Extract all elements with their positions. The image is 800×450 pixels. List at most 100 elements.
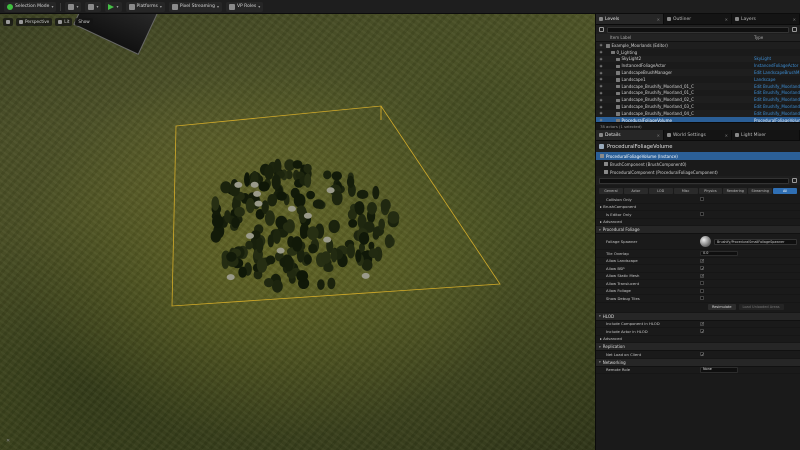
category-tab-physics[interactable]: Physics xyxy=(698,188,723,194)
tab-world-settings[interactable]: World Settings ✕ xyxy=(664,130,732,140)
mode-button[interactable]: ▾ xyxy=(65,1,82,12)
outliner-row[interactable]: ◉ Landscape_Brushify_Moorland_01_C Edit Br… xyxy=(596,90,800,97)
foliage-spawner-combo[interactable]: Brushify/ProceduralSmallFoliageSpawner xyxy=(714,238,797,245)
property-row: Collision Only xyxy=(596,196,800,204)
visibility-eye-icon[interactable]: ◉ xyxy=(596,50,606,54)
vp-roles-button[interactable]: VP Roles ▾ xyxy=(225,1,264,12)
property-checkbox[interactable] xyxy=(700,197,704,202)
tree-canopy xyxy=(348,219,358,228)
outliner-row[interactable]: ◉ Example_Moorlands (Editor) xyxy=(596,42,800,49)
property-value xyxy=(700,212,800,217)
visibility-eye-icon[interactable]: ◉ xyxy=(596,84,606,88)
visibility-eye-icon[interactable]: ◉ xyxy=(596,111,606,115)
replication-section[interactable]: ▾ Replication xyxy=(596,343,800,351)
lit-button[interactable]: Lit xyxy=(55,17,73,26)
component-tree: ProceduralFoliageVolume (Instance) BrushC… xyxy=(596,152,800,176)
component-row[interactable]: ProceduralComponent (ProceduralFoliageCo… xyxy=(596,168,800,176)
tab-layers[interactable]: Layers ✕ xyxy=(732,14,800,24)
property-checkbox[interactable] xyxy=(700,212,704,217)
build-button[interactable]: ▾ xyxy=(85,1,102,12)
property-checkbox[interactable] xyxy=(700,273,704,278)
visibility-eye-icon[interactable]: ◉ xyxy=(596,64,606,68)
viewport-menu-button[interactable] xyxy=(3,17,13,26)
tab-light-mixer[interactable]: Light Mixer xyxy=(732,130,800,140)
level-viewport[interactable]: Perspective Lit Show ✕ xyxy=(0,14,595,450)
category-tab-general[interactable]: General xyxy=(599,188,623,194)
outliner-row[interactable]: ◉ Landscape_Brushify_Moorland_04_C Edit Br… xyxy=(596,109,800,117)
platforms-button[interactable]: Platforms ▾ xyxy=(125,1,165,12)
outliner-row[interactable]: ◉ 0_Lighting xyxy=(596,49,800,56)
levels-icon xyxy=(599,17,603,21)
tree-canopy xyxy=(331,171,342,181)
outliner-row[interactable]: ◉ Landscape1 Landscape xyxy=(596,76,800,83)
net-load-on-client-checkbox[interactable] xyxy=(700,352,704,357)
tree-canopy xyxy=(238,266,247,278)
collapsed-section-row[interactable]: ▸ BrushComponent xyxy=(596,204,800,211)
filter-icon[interactable] xyxy=(599,27,604,32)
tile-overlap-input[interactable]: 0.0 xyxy=(700,250,738,256)
property-checkbox[interactable] xyxy=(700,281,704,286)
settings-icon[interactable] xyxy=(792,27,797,32)
outliner-row[interactable]: ◉ ProceduralFoliageVolume ProceduralFoliag… xyxy=(596,116,800,122)
property-checkbox[interactable] xyxy=(700,321,704,326)
close-icon[interactable]: ✕ xyxy=(657,133,660,138)
outliner-row[interactable]: ◉ Landscape_Brushify_Moorland_02_C Edit Br… xyxy=(596,96,800,104)
tab-details[interactable]: Details ✕ xyxy=(596,130,664,140)
networking-section[interactable]: ▾ Networking xyxy=(596,358,800,367)
outliner-row[interactable]: ◉ Landscape_Brushify_Moorland_03_C Edit Br… xyxy=(596,103,800,110)
visibility-eye-icon[interactable]: ◉ xyxy=(596,98,606,102)
tab-levels[interactable]: Levels ✕ xyxy=(596,14,664,24)
category-tab-actor[interactable]: Actor xyxy=(623,188,648,194)
close-icon[interactable]: ✕ xyxy=(793,17,796,22)
visibility-eye-icon[interactable]: ◉ xyxy=(596,118,606,122)
close-icon[interactable]: ✕ xyxy=(725,17,728,22)
property-checkbox[interactable] xyxy=(700,329,704,334)
hlod-section[interactable]: ▾ HLOD xyxy=(596,312,800,321)
settings-icon[interactable] xyxy=(792,178,797,183)
visibility-eye-icon[interactable]: ◉ xyxy=(596,71,606,75)
play-button[interactable]: ▾ xyxy=(105,1,122,12)
item-label-column[interactable]: Item Label xyxy=(610,35,754,40)
property-checkbox[interactable] xyxy=(700,266,704,271)
visibility-eye-icon[interactable]: ◉ xyxy=(596,105,606,109)
outliner-row[interactable]: ◉ Landscape_Brushify_Moorland_01_C Edit Br… xyxy=(596,82,800,90)
visibility-eye-icon[interactable]: ◉ xyxy=(596,43,606,47)
visibility-eye-icon[interactable]: ◉ xyxy=(596,91,606,95)
outliner-row[interactable]: ◉ InstancedFoliageActor InstancedFoliageAc… xyxy=(596,62,800,69)
property-checkbox[interactable] xyxy=(700,296,704,301)
category-tab-all[interactable]: All xyxy=(773,188,797,194)
category-tab-lod[interactable]: LOD xyxy=(648,188,673,194)
rock xyxy=(246,232,254,239)
pixel-streaming-button[interactable]: Pixel Streaming ▾ xyxy=(168,1,222,12)
collapsed-section-row[interactable]: ▸ Advanced xyxy=(596,219,800,226)
outliner-row[interactable]: ◉ SkyLight2 SkyLight xyxy=(596,55,800,63)
visibility-eye-icon[interactable]: ◉ xyxy=(596,57,606,61)
tree-canopy xyxy=(304,173,312,188)
outliner-row[interactable]: ◉ LandscapeBrushManager Edit LandscapeBrus… xyxy=(596,69,800,76)
type-column[interactable]: Type xyxy=(754,35,800,40)
category-tab-misc[interactable]: Misc xyxy=(673,188,698,194)
close-icon[interactable]: ✕ xyxy=(657,17,660,22)
property-checkbox[interactable] xyxy=(700,258,704,263)
procedural-foliage-section[interactable]: ▾ Procedural Foliage xyxy=(596,226,800,234)
component-row[interactable]: ProceduralFoliageVolume (Instance) xyxy=(596,152,800,160)
rock xyxy=(276,247,285,254)
advanced-row[interactable]: ▸ Advanced xyxy=(596,336,800,343)
details-search-input[interactable] xyxy=(599,177,789,184)
component-row[interactable]: BrushComponent (BrushComponent0) xyxy=(596,160,800,168)
property-checkbox[interactable] xyxy=(700,288,704,293)
visibility-eye-icon[interactable]: ◉ xyxy=(596,77,606,81)
resimulate-button[interactable]: Resimulate xyxy=(708,304,736,310)
tab-outliner[interactable]: Outliner ✕ xyxy=(664,14,732,24)
asset-thumbnail[interactable] xyxy=(700,236,711,247)
remote-role-select[interactable]: None xyxy=(700,367,738,373)
category-tab-rendering[interactable]: Rendering xyxy=(723,188,748,194)
outliner-search-input[interactable] xyxy=(607,26,789,33)
show-button[interactable]: Show xyxy=(75,17,93,26)
category-tab-streaming[interactable]: Streaming xyxy=(748,188,773,194)
selection-mode-button[interactable]: Selection Mode ▾ xyxy=(4,1,57,12)
load-unloaded-areas-button[interactable]: Load Unloaded Areas xyxy=(738,304,784,310)
volume-bounds-box[interactable] xyxy=(171,105,501,307)
close-icon[interactable]: ✕ xyxy=(725,133,728,138)
perspective-button[interactable]: Perspective xyxy=(16,17,53,26)
